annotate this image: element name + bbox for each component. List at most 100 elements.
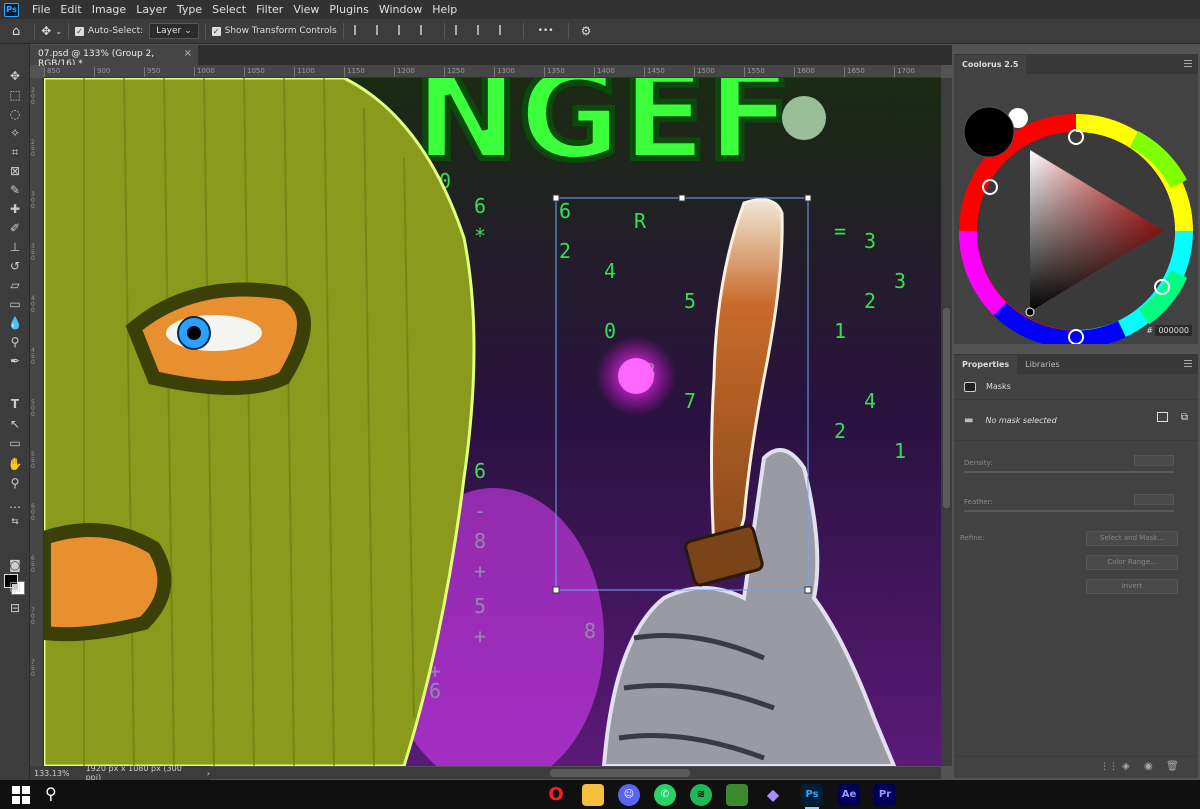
zoom-level-field[interactable]: 133.13%	[30, 769, 80, 778]
selection-icon[interactable]: ⋮⋮	[1100, 762, 1118, 772]
auto-select-checkbox[interactable]: ✓	[75, 26, 85, 36]
photoshop-logo[interactable]: Ps	[4, 2, 19, 17]
transform-handle[interactable]	[552, 586, 560, 594]
eyedropper-tool-icon[interactable]: ✎	[7, 182, 23, 198]
tab-coolorus[interactable]: Coolorus 2.5	[954, 55, 1027, 74]
transform-handle[interactable]	[804, 586, 812, 594]
invert-button[interactable]: Invert	[1086, 579, 1178, 594]
home-icon[interactable]: ⌂	[12, 24, 20, 39]
frame-tool-icon[interactable]: ⊠	[7, 163, 23, 179]
add-pixel-mask-icon[interactable]	[1157, 412, 1168, 422]
spotify-icon[interactable]: ≋	[690, 784, 712, 806]
menu-select[interactable]: Select	[207, 3, 251, 16]
blur-tool-icon[interactable]: 💧	[7, 315, 23, 331]
marquee-tool-icon[interactable]: ⬚	[7, 87, 23, 103]
document-canvas[interactable]: 6 2 4 0 R 3 5 7 = 3 2 4 3 1 2 1 6 * 6 - …	[44, 78, 941, 766]
rectangle-tool-icon[interactable]: ▭	[7, 435, 23, 451]
eye-icon[interactable]: ◉	[1144, 761, 1153, 772]
select-and-mask-button[interactable]: Select and Mask...	[1086, 531, 1178, 546]
vertical-scrollbar[interactable]	[941, 78, 952, 766]
more-tools-icon[interactable]: …	[7, 496, 23, 512]
whatsapp-icon[interactable]: ✆	[654, 784, 676, 806]
horizontal-scrollbar[interactable]	[210, 767, 941, 779]
menu-filter[interactable]: Filter	[251, 3, 288, 16]
menu-edit[interactable]: Edit	[55, 3, 86, 16]
transform-handle[interactable]	[678, 194, 686, 202]
artboard-icon[interactable]: ⊟	[7, 600, 23, 616]
path-selection-tool-icon[interactable]: ↖	[7, 416, 23, 432]
menu-help[interactable]: Help	[427, 3, 462, 16]
align-hcenter-icon[interactable]	[375, 24, 390, 35]
tab-libraries[interactable]: Libraries	[1017, 355, 1068, 374]
after-effects-icon[interactable]: Ae	[838, 784, 860, 806]
align-top-icon[interactable]	[454, 24, 469, 35]
transform-handle[interactable]	[804, 194, 812, 202]
photoshop-icon[interactable]: Ps	[801, 784, 823, 809]
brush-tool-icon[interactable]: ✐	[7, 220, 23, 236]
menu-type[interactable]: Type	[172, 3, 207, 16]
show-transform-checkbox[interactable]: ✓	[211, 26, 221, 36]
align-distribute-icon[interactable]	[419, 24, 434, 35]
transform-handle[interactable]	[552, 194, 560, 202]
matrix-char: 3	[894, 269, 906, 293]
document-tab[interactable]: 07.psd @ 133% (Group 2, RGB/16) * ×	[30, 45, 198, 69]
scroll-thumb[interactable]	[550, 769, 690, 777]
swap-colors-icon[interactable]: ⇆	[7, 514, 23, 530]
stamp-tool-icon[interactable]: ⊥	[7, 239, 23, 255]
scroll-thumb[interactable]	[943, 308, 950, 508]
close-icon[interactable]: ×	[184, 48, 192, 59]
discord-icon[interactable]: ☺	[618, 784, 640, 806]
align-vertical-buttons	[451, 24, 517, 38]
auto-select-dropdown[interactable]: Layer ⌄	[149, 23, 199, 39]
windows-start-icon[interactable]	[12, 786, 30, 804]
premiere-icon[interactable]: Pr	[874, 784, 896, 806]
align-right-icon[interactable]	[397, 24, 412, 35]
menu-image[interactable]: Image	[87, 3, 131, 16]
screen-mode-icon[interactable]: ▣	[7, 578, 23, 594]
file-explorer-icon[interactable]	[582, 784, 604, 806]
menu-plugins[interactable]: Plugins	[324, 3, 373, 16]
panel-menu-icon[interactable]	[1184, 60, 1192, 67]
gradient-tool-icon[interactable]: ▭	[7, 296, 23, 312]
mask-options: Density: Feather: Refine: Select and Mas…	[954, 440, 1198, 650]
gear-icon[interactable]: ⚙	[581, 24, 592, 38]
magic-wand-tool-icon[interactable]: ✧	[7, 125, 23, 141]
apply-mask-icon[interactable]: ◈	[1122, 761, 1130, 772]
canvas-artwork: 6 2 4 0 R 3 5 7 = 3 2 4 3 1 2 1 6 * 6 - …	[44, 78, 941, 766]
move-tool-icon[interactable]: ✥	[7, 68, 23, 84]
crop-tool-icon[interactable]: ⌗	[7, 144, 23, 160]
align-left-icon[interactable]	[353, 24, 368, 35]
search-icon[interactable]: ⚲	[45, 784, 57, 803]
add-vector-mask-icon[interactable]: ⧉	[1181, 412, 1188, 423]
eraser-tool-icon[interactable]: ▱	[7, 277, 23, 293]
minecraft-icon[interactable]	[726, 784, 748, 806]
pen-tool-icon[interactable]: ✒	[7, 353, 23, 369]
zoom-tool-icon[interactable]: ⚲	[7, 475, 23, 491]
align-bottom-icon[interactable]	[498, 24, 513, 35]
menu-layer[interactable]: Layer	[131, 3, 172, 16]
panel-menu-icon[interactable]	[1184, 360, 1192, 367]
color-range-button[interactable]: Color Range...	[1086, 555, 1178, 570]
menu-file[interactable]: File	[27, 3, 55, 16]
type-tool-icon[interactable]: T	[7, 396, 23, 412]
hand-tool-icon[interactable]: ✋	[7, 456, 23, 472]
menu-window[interactable]: Window	[374, 3, 427, 16]
quick-mask-icon[interactable]: ◙	[7, 557, 23, 573]
lasso-tool-icon[interactable]: ◌	[7, 106, 23, 122]
tab-properties[interactable]: Properties	[954, 355, 1018, 374]
more-options-button[interactable]: •••	[538, 26, 554, 36]
color-wheel[interactable]	[954, 74, 1198, 349]
obsidian-icon[interactable]: ◆	[762, 784, 784, 806]
move-tool-icon[interactable]: ✥	[41, 24, 51, 38]
align-vcenter-icon[interactable]	[476, 24, 491, 35]
status-menu-arrow[interactable]: ›	[207, 769, 210, 778]
history-brush-tool-icon[interactable]: ↺	[7, 258, 23, 274]
ruler-tick: 750	[31, 659, 35, 678]
menu-view[interactable]: View	[288, 3, 324, 16]
hex-field[interactable]: # 000000	[1146, 325, 1192, 336]
dodge-tool-icon[interactable]: ⚲	[7, 334, 23, 350]
healing-brush-tool-icon[interactable]: ✚	[7, 201, 23, 217]
chevron-down-icon[interactable]: ⌄	[55, 27, 62, 36]
opera-icon[interactable]: O	[545, 784, 567, 806]
trash-icon[interactable]: 🗑	[1166, 761, 1179, 772]
